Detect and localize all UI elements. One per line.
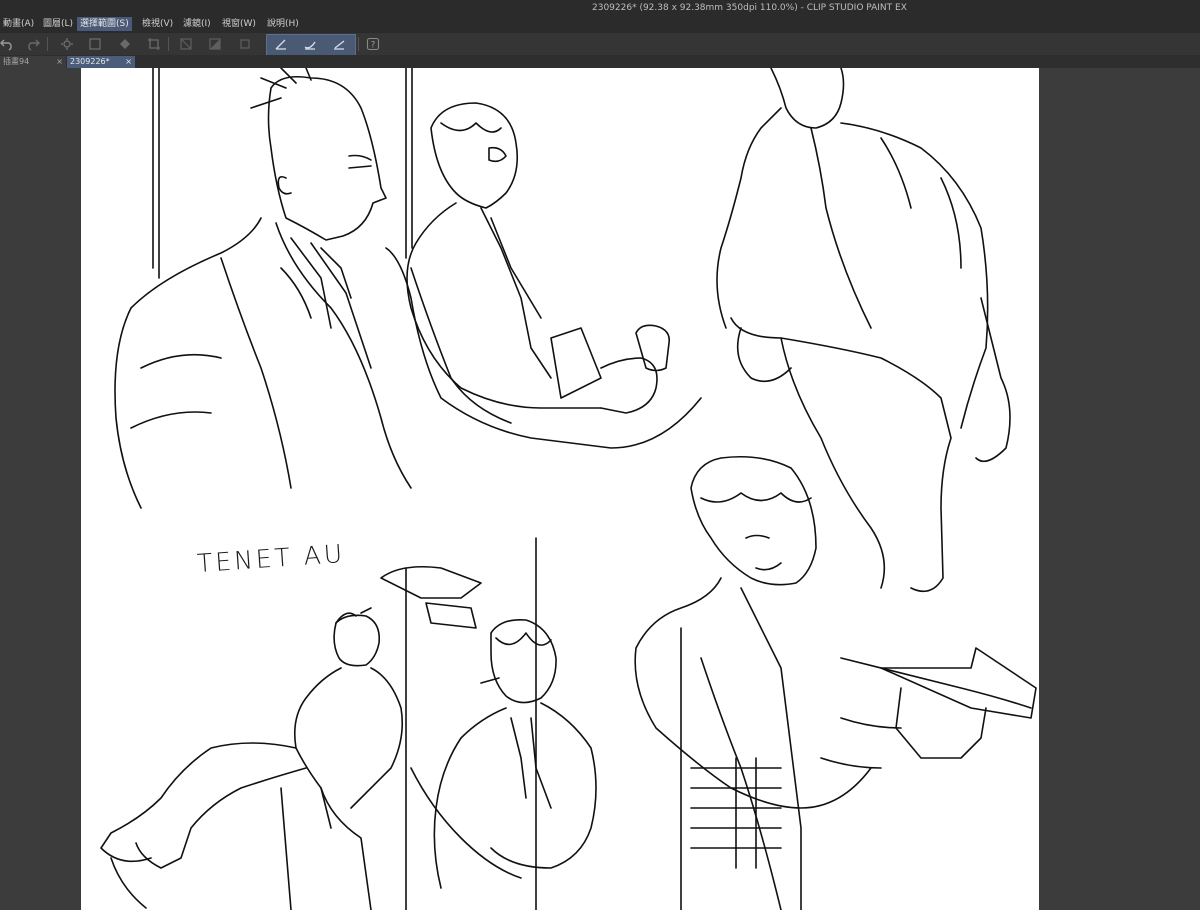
tone-icon[interactable]	[206, 36, 224, 52]
tab-label: 插畫94	[3, 57, 30, 66]
menu-view[interactable]: 檢視(V)	[139, 17, 176, 31]
menu-selection[interactable]: 選擇範圍(S)	[77, 17, 132, 31]
menu-filter[interactable]: 濾鏡(I)	[180, 17, 214, 31]
close-icon[interactable]: ×	[125, 56, 132, 68]
pen-c-icon[interactable]	[330, 36, 348, 52]
tab-label: 2309226*	[70, 57, 110, 66]
canvas-workspace[interactable]: TENET AU	[0, 68, 1200, 910]
crop-icon[interactable]	[145, 36, 163, 52]
document-tabs: 插畫94 × 2309226* ×	[0, 55, 1200, 68]
undo-icon[interactable]	[0, 36, 16, 52]
svg-text:?: ?	[371, 41, 376, 51]
title-bar: 2309226* (92.38 x 92.38mm 350dpi 110.0%)…	[0, 0, 1200, 16]
frame-icon[interactable]	[236, 36, 254, 52]
help-icon[interactable]: ?	[364, 36, 382, 52]
close-icon[interactable]: ×	[56, 56, 63, 68]
menu-animation[interactable]: 動畫(A)	[0, 17, 37, 31]
drawing-canvas[interactable]: TENET AU	[81, 68, 1039, 910]
tab-document-1[interactable]: 插畫94 ×	[0, 56, 66, 68]
tab-document-2[interactable]: 2309226* ×	[67, 56, 135, 68]
pen-b-icon[interactable]	[301, 36, 319, 52]
menu-bar: 動畫(A) 圖層(L) 選擇範圍(S) 檢視(V) 濾鏡(I) 視窗(W) 說明…	[0, 16, 1200, 32]
menu-window[interactable]: 視窗(W)	[219, 17, 259, 31]
layer-clip-icon[interactable]	[177, 36, 195, 52]
redo-icon[interactable]	[24, 36, 42, 52]
window-title: 2309226* (92.38 x 92.38mm 350dpi 110.0%)…	[592, 3, 907, 13]
pen-a-icon[interactable]	[272, 36, 290, 52]
command-bar: ?	[0, 32, 1200, 56]
transform-icon[interactable]	[86, 36, 104, 52]
menu-help[interactable]: 說明(H)	[264, 17, 302, 31]
settings-icon[interactable]	[58, 36, 76, 52]
menu-layer[interactable]: 圖層(L)	[40, 17, 76, 31]
fill-icon[interactable]	[116, 36, 134, 52]
sketch-artwork	[100, 68, 1037, 910]
